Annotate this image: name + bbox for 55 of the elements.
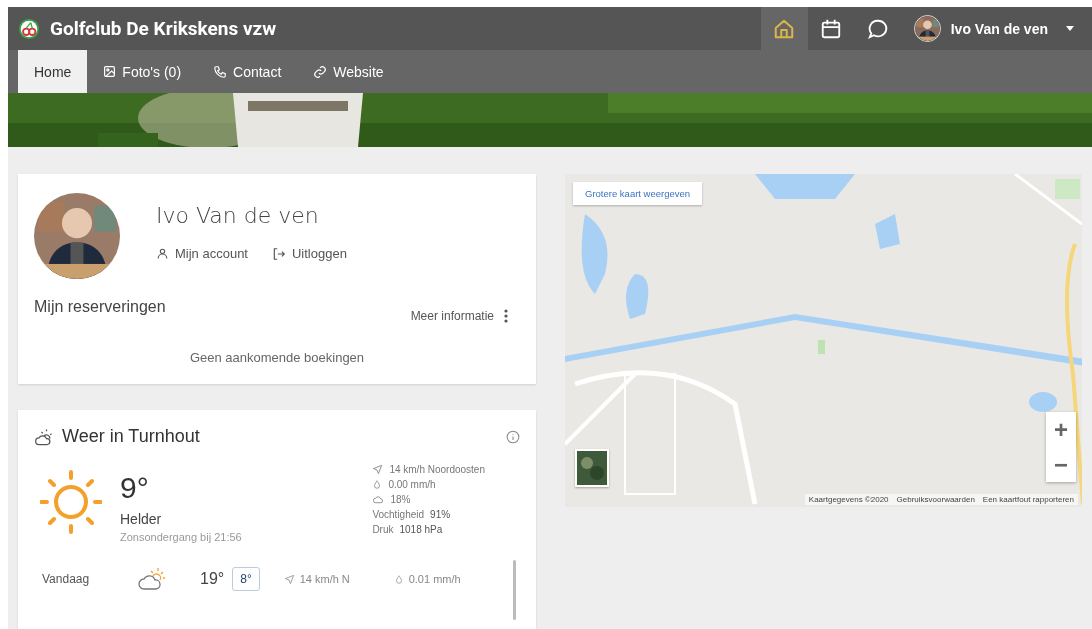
kebab-icon (504, 309, 508, 323)
scrollbar[interactable] (513, 560, 516, 620)
navigation-arrow-icon (283, 573, 295, 585)
nav-tab[interactable]: Website (297, 50, 400, 93)
phone-icon (213, 64, 228, 79)
map-attribution-link[interactable]: Kaartgegevens ©2020 (808, 495, 889, 504)
person-icon (156, 247, 169, 260)
home-button[interactable] (760, 7, 808, 50)
sunset-time: Zonsondergang bij 21:56 (120, 531, 242, 543)
detail-value: 1018 hPa (399, 524, 443, 535)
logout-icon (272, 246, 286, 261)
weather-detail: 0.00 mm/h (388, 479, 436, 490)
drop-icon (393, 573, 404, 585)
account-link[interactable]: Uitloggen (272, 246, 347, 261)
nav-tab[interactable]: Home (18, 50, 88, 93)
nav-tab[interactable]: Foto's (0) (87, 50, 198, 93)
forecast-wind: 14 km/h N (299, 573, 350, 585)
detail-label: Druk (372, 524, 394, 535)
cloud-sun-icon (138, 567, 166, 591)
high-temperature: 19° (200, 570, 225, 588)
zoom-in-button[interactable]: + (1046, 412, 1076, 447)
larger-map-button[interactable]: Grotere kaart weergeven (573, 182, 703, 205)
drop-icon (372, 479, 383, 490)
detail-value: 91% (430, 509, 451, 520)
link-icon (313, 64, 328, 79)
zoom-out-button[interactable]: − (1046, 447, 1076, 482)
club-title: Golfclub De Krikskens vzw (50, 17, 278, 40)
temperature: 9° (120, 473, 150, 503)
more-info-button[interactable]: Meer informatie (410, 309, 508, 323)
weather-detail: 18% (390, 494, 411, 505)
condition: Helder (120, 511, 163, 527)
profile-name: Ivo Van de ven (156, 203, 320, 228)
map-attribution-link[interactable]: Een kaartfout rapporteren (982, 495, 1074, 504)
caret-icon (1066, 26, 1074, 31)
sun-icon (40, 469, 102, 535)
user-menu[interactable]: Ivo Van de ven (913, 15, 1074, 42)
cloud-icon (372, 494, 385, 505)
image-icon (103, 65, 117, 78)
forecast-rain: 0.01 mm/h (408, 573, 461, 585)
cherry-logo-icon (18, 17, 40, 40)
forecast-day: Vandaag (42, 572, 138, 586)
detail-label: Vochtigheid (372, 509, 425, 520)
map-attribution-link[interactable]: Gebruiksvoorwaarden (896, 495, 975, 504)
calendar-icon (820, 17, 843, 40)
nav-tab[interactable]: Contact (197, 50, 298, 93)
weather-title: Weer in Turnhout (62, 426, 201, 447)
section-title: Mijn reserveringen (34, 298, 166, 316)
chat-icon (867, 17, 890, 40)
navigation-arrow-icon (372, 464, 384, 475)
weather-detail: 14 km/h Noordoosten (389, 464, 485, 475)
account-link[interactable]: Mijn account (156, 246, 248, 261)
low-temperature: 8° (232, 567, 260, 591)
info-icon[interactable] (506, 429, 520, 444)
empty-message: Geen aankomende boekingen (188, 350, 366, 365)
home-icon (773, 17, 796, 40)
